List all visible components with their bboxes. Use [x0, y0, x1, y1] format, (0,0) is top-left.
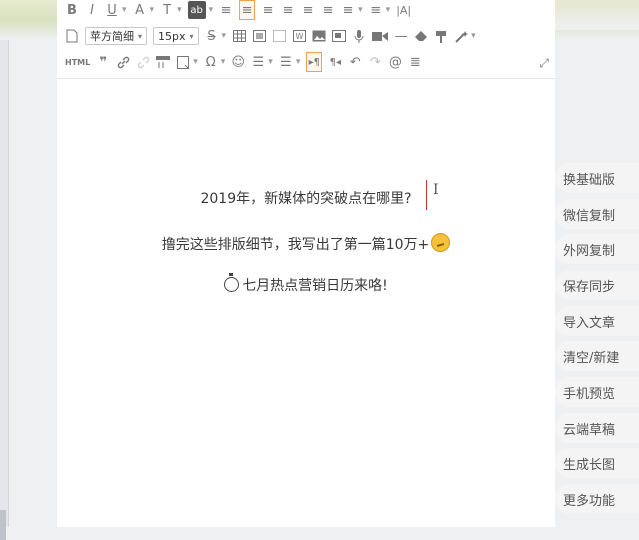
text-style-button[interactable]: T — [160, 1, 174, 19]
special-char-icon[interactable]: Ω — [204, 53, 218, 71]
editor-paper: B I U ▾ A ▾ T ▾ ab ▾ ≡ ≡ ≡ ≡ ≡ ≡ ≡ ▾ ≡ ▾… — [57, 0, 555, 527]
rtl-direction-icon[interactable]: ¶◂ — [328, 53, 342, 71]
magic-wand-icon[interactable] — [454, 27, 468, 45]
fullscreen-icon[interactable]: ⤢ — [539, 56, 549, 71]
content-line-3: 七月热点营销日历来咯! — [57, 273, 555, 295]
align-center-icon[interactable]: ≡ — [239, 0, 256, 20]
chevron-down-icon[interactable]: ▾ — [471, 31, 476, 41]
toolbar-row-1: B I U ▾ A ▾ T ▾ ab ▾ ≡ ≡ ≡ ≡ ≡ ≡ ≡ ▾ ≡ ▾… — [65, 0, 411, 20]
chevron-down-icon[interactable]: ▾ — [193, 57, 198, 67]
chevron-down-icon[interactable]: ▾ — [268, 57, 273, 67]
underline-button[interactable]: U — [105, 1, 119, 19]
image-grid-icon[interactable] — [252, 27, 266, 45]
horizontal-rule-icon[interactable]: — — [394, 27, 408, 45]
external-copy-button[interactable]: 外网复制 — [555, 234, 639, 264]
chevron-down-icon: ▾ — [138, 31, 143, 41]
unordered-list-icon[interactable]: ☰ — [279, 53, 293, 71]
left-scroll-handle[interactable] — [0, 510, 6, 540]
stopwatch-icon — [224, 273, 240, 292]
chevron-down-icon[interactable]: ▾ — [150, 5, 155, 15]
chevron-down-icon[interactable]: ▾ — [122, 5, 127, 15]
background-color-button[interactable]: ab — [187, 1, 206, 19]
align-right-icon[interactable]: ≡ — [261, 1, 275, 19]
ltr-direction-icon[interactable]: ▸¶ — [306, 52, 323, 72]
ordered-list-icon[interactable]: ☰ — [251, 53, 265, 71]
chevron-down-icon[interactable]: ▾ — [222, 31, 227, 41]
more-features-button[interactable]: 更多功能 — [555, 484, 639, 514]
text-cursor — [426, 180, 427, 210]
video-icon[interactable] — [372, 27, 389, 45]
content-line-1-text: 2019年，新媒体的突破点在哪里? — [200, 191, 412, 207]
strikethrough-icon[interactable]: S — [205, 27, 219, 45]
table-icon[interactable] — [232, 27, 246, 45]
cloud-drafts-button[interactable]: 云端草稿 — [555, 413, 639, 443]
chevron-down-icon[interactable]: ▾ — [221, 57, 226, 67]
save-sync-button[interactable]: 保存同步 — [555, 270, 639, 300]
redo-icon[interactable]: ↷ — [368, 53, 382, 71]
content-line-2-text: 撸完这些排版细节，我写出了第一篇10万+ — [161, 237, 430, 253]
screenshot-icon[interactable] — [272, 27, 286, 45]
unlink-icon[interactable] — [136, 53, 150, 71]
gallery-icon[interactable] — [332, 27, 347, 45]
subtitle-icon[interactable] — [156, 53, 171, 71]
line-height-icon[interactable]: ≡ — [341, 1, 355, 19]
font-family-select[interactable]: 苹方简细 ▾ — [85, 27, 148, 45]
mobile-preview-button[interactable]: 手机预览 — [555, 377, 639, 407]
italic-button[interactable]: I — [85, 1, 99, 19]
generate-long-image-button[interactable]: 生成长图 — [555, 448, 639, 478]
bold-button[interactable]: B — [65, 1, 79, 19]
quote-icon[interactable]: ❞ — [96, 53, 110, 71]
toolbar-row-2: 苹方简细 ▾ 15px ▾ S ▾ W — ▾ — [65, 26, 476, 46]
eraser-icon[interactable] — [414, 27, 428, 45]
content-line-title: 2019年，新媒体的突破点在哪里? — [57, 188, 555, 208]
paragraph-format-icon[interactable]: ≣ — [408, 53, 422, 71]
template-icon[interactable] — [176, 53, 190, 71]
thinking-face-emoji-icon — [431, 233, 451, 252]
content-line-3-text: 七月热点营销日历来咯! — [242, 278, 388, 294]
format-painter-icon[interactable] — [434, 27, 448, 45]
align-justify-icon[interactable]: ≡ — [281, 1, 295, 19]
wechat-copy-button[interactable]: 微信复制 — [555, 199, 639, 229]
indent-icon[interactable]: ≡ — [321, 1, 335, 19]
chevron-down-icon[interactable]: ▾ — [209, 5, 214, 15]
content-line-2: 撸完这些排版细节，我写出了第一篇10万+ — [57, 233, 555, 254]
import-article-button[interactable]: 导入文章 — [555, 306, 639, 336]
font-color-button[interactable]: A — [133, 1, 147, 19]
search-replace-icon[interactable]: @ — [388, 53, 402, 71]
chevron-down-icon[interactable]: ▾ — [358, 5, 363, 15]
undo-icon[interactable]: ↶ — [348, 53, 362, 71]
emoji-icon[interactable]: ☺ — [231, 53, 246, 71]
paragraph-spacing-icon[interactable]: ≡ — [369, 1, 383, 19]
align-left-icon[interactable]: ≡ — [219, 1, 233, 19]
clear-new-button[interactable]: 清空/新建 — [555, 341, 639, 371]
left-panel-edge — [0, 40, 9, 540]
font-size-select[interactable]: 15px ▾ — [153, 27, 199, 45]
link-icon[interactable] — [116, 53, 130, 71]
ibeam-cursor-icon: I — [433, 182, 439, 198]
align-distribute-icon[interactable]: ≡ — [301, 1, 315, 19]
decorative-banner-right — [555, 0, 639, 30]
letter-spacing-icon[interactable]: |A| — [396, 1, 411, 19]
font-size-value: 15px — [158, 29, 186, 43]
svg-text:W: W — [295, 32, 303, 41]
chevron-down-icon[interactable]: ▾ — [177, 5, 182, 15]
editor-toolbar: B I U ▾ A ▾ T ▾ ab ▾ ≡ ≡ ≡ ≡ ≡ ≡ ≡ ▾ ≡ ▾… — [57, 0, 555, 79]
microphone-icon[interactable] — [352, 27, 366, 45]
image-icon[interactable] — [312, 27, 326, 45]
chevron-down-icon[interactable]: ▾ — [296, 57, 301, 67]
html-source-button[interactable]: HTML — [65, 58, 90, 67]
word-icon[interactable]: W — [292, 27, 306, 45]
toolbar-row-3: HTML ❞ ▾ Ω ▾ ☺ ☰ ▾ ☰ ▾ ▸¶ ¶◂ ↶ ↷ @ ≣ — [65, 52, 422, 72]
font-family-value: 苹方简细 — [90, 30, 134, 43]
chevron-down-icon[interactable]: ▾ — [386, 5, 391, 15]
document-icon[interactable] — [65, 27, 79, 45]
chevron-down-icon: ▾ — [189, 31, 194, 41]
switch-basic-version-button[interactable]: 换基础版 — [555, 163, 639, 193]
